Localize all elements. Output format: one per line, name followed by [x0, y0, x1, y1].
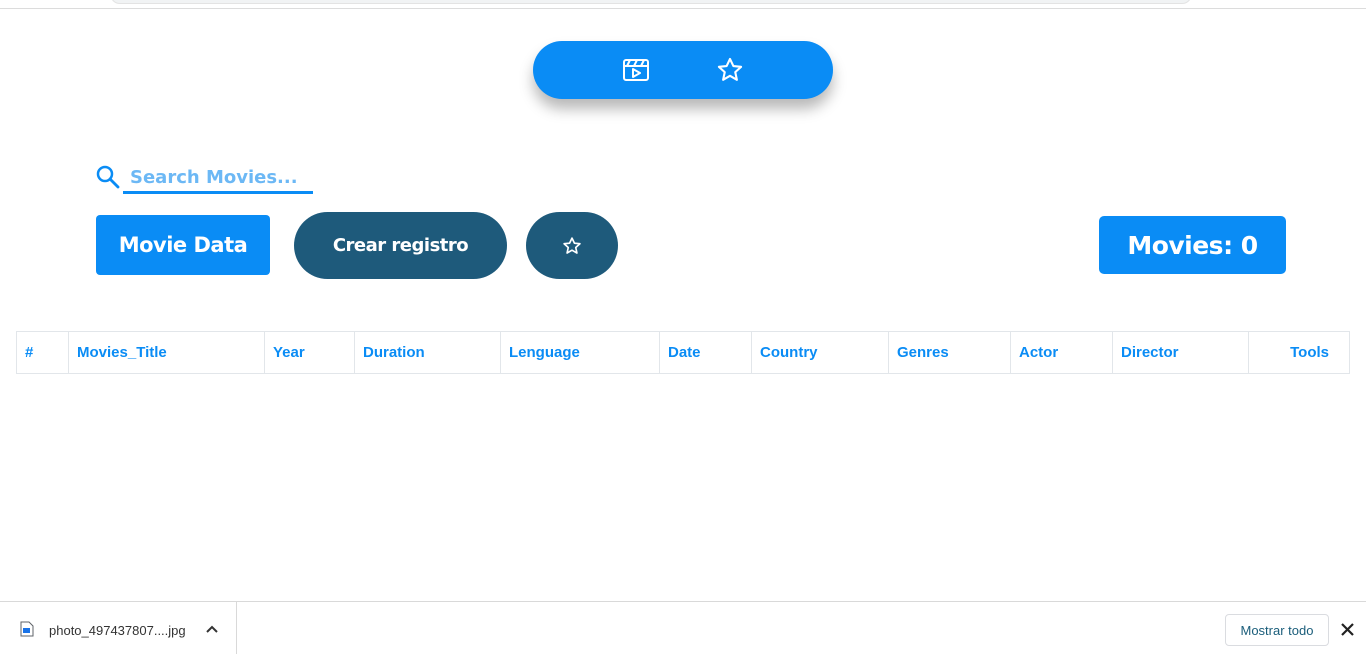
column-header-index[interactable]: # — [16, 331, 69, 374]
search-icon — [96, 165, 120, 189]
search-input[interactable] — [123, 164, 313, 194]
close-icon[interactable] — [1341, 623, 1354, 636]
column-header-year[interactable]: Year — [264, 331, 355, 374]
column-header-duration[interactable]: Duration — [354, 331, 501, 374]
table-header-row: # Movies_Title Year Duration Lenguage Da… — [16, 331, 1350, 374]
address-bar-edge — [110, 0, 1192, 4]
column-header-director[interactable]: Director — [1112, 331, 1249, 374]
image-file-icon — [20, 621, 34, 637]
film-icon — [623, 59, 649, 81]
column-header-tools[interactable]: Tools — [1248, 331, 1350, 374]
favorites-button[interactable] — [526, 212, 618, 279]
movies-count-badge: Movies: 0 — [1099, 216, 1286, 274]
column-header-language[interactable]: Lenguage — [500, 331, 660, 374]
star-icon — [717, 57, 743, 81]
nav-favorites-button[interactable] — [711, 51, 749, 89]
column-header-title[interactable]: Movies_Title — [68, 331, 265, 374]
nav-movies-button[interactable] — [617, 51, 655, 89]
movie-data-button[interactable]: Movie Data — [96, 215, 270, 275]
search-box — [96, 162, 316, 194]
main-nav — [533, 41, 833, 99]
create-record-button[interactable]: Crear registro — [294, 212, 507, 279]
column-header-actor[interactable]: Actor — [1010, 331, 1113, 374]
column-header-genres[interactable]: Genres — [888, 331, 1011, 374]
star-icon — [563, 236, 581, 254]
browser-top-strip — [0, 0, 1366, 9]
show-all-downloads-button[interactable]: Mostrar todo — [1225, 614, 1329, 646]
movies-table: # Movies_Title Year Duration Lenguage Da… — [16, 331, 1350, 374]
column-header-country[interactable]: Country — [751, 331, 889, 374]
download-item[interactable]: photo_497437807....jpg — [0, 602, 237, 654]
column-header-date[interactable]: Date — [659, 331, 752, 374]
download-bar: photo_497437807....jpg Mostrar todo — [0, 601, 1366, 654]
download-filename: photo_497437807....jpg — [49, 623, 186, 638]
chevron-up-icon[interactable] — [205, 624, 219, 634]
